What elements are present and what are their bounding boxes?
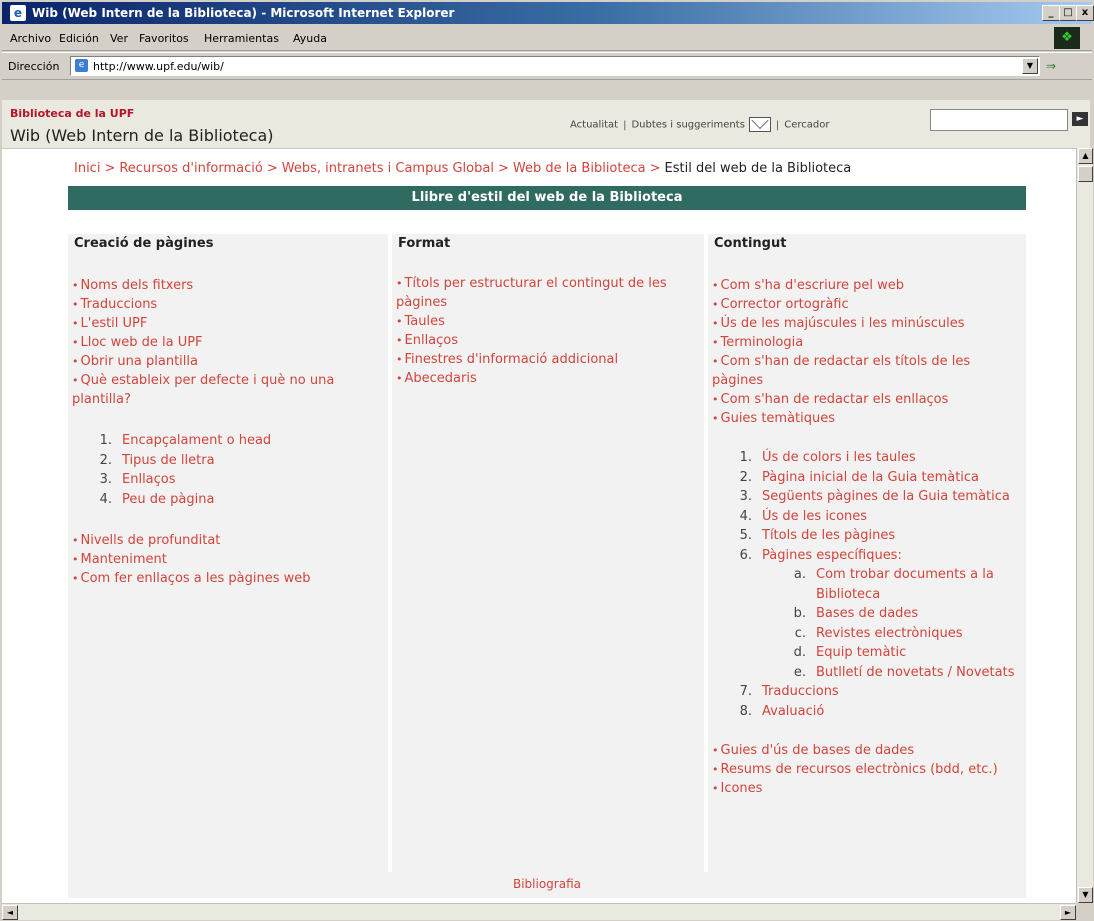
menu-herramientas[interactable]: Herramientas xyxy=(204,32,279,45)
list-item[interactable]: • Lloc web de la UPF xyxy=(72,333,384,352)
page-footer: Bibliografia xyxy=(68,872,1026,898)
window-title: Wib (Web Intern de la Biblioteca) - Micr… xyxy=(32,6,455,20)
list-item[interactable]: • Títols per estructurar el contingut de … xyxy=(396,274,708,312)
ie-icon: e xyxy=(10,5,26,21)
numbered-item[interactable]: 1. Encapçalament o head xyxy=(72,431,384,451)
numbered-item[interactable]: 4. Peu de pàgina xyxy=(72,490,384,510)
menu-archivo[interactable]: Archivo xyxy=(10,32,51,45)
menu-bar: Archivo Edición Ver Favoritos Herramient… xyxy=(2,26,1092,51)
numbered-item[interactable]: 3. Enllaços xyxy=(72,470,384,490)
list-item[interactable]: • Terminologia xyxy=(712,333,1024,352)
list-item[interactable]: • Com fer enllaços a les pàgines web xyxy=(72,569,384,588)
site-title: Wib (Web Intern de la Biblioteca) xyxy=(10,126,274,145)
breadcrumb-item-recursos[interactable]: Recursos d'informació xyxy=(119,161,262,176)
breadcrumb-item-webs[interactable]: Webs, intranets i Campus Global xyxy=(282,161,494,176)
numbered-item[interactable]: 4. Ús de les icones xyxy=(712,507,1024,527)
address-dropdown-button[interactable]: ▼ xyxy=(1022,58,1038,74)
list-item[interactable]: • Com s'han de redactar els enllaços xyxy=(712,390,1024,409)
page-icon: e xyxy=(75,59,88,72)
sub-item[interactable]: b. Bases de dades xyxy=(712,604,1024,624)
list-item[interactable]: • Finestres d'informació addicional xyxy=(396,350,708,369)
site-header: Biblioteca de la UPF Wib (Web Intern de … xyxy=(2,100,1090,149)
list-item[interactable]: • Corrector ortogràfic xyxy=(712,295,1024,314)
numbered-item[interactable]: 6. Pàgines específiques: xyxy=(712,546,1024,566)
menu-ver[interactable]: Ver xyxy=(110,32,128,45)
breadcrumb-current: Estil del web de la Biblioteca xyxy=(664,161,852,176)
list-item[interactable]: • Resums de recursos electrònics (bdd, et… xyxy=(712,760,1024,779)
search-go-icon[interactable]: ► xyxy=(1072,112,1088,126)
horizontal-scrollbar[interactable]: ◄ ► xyxy=(2,903,1076,920)
column-creacio: Creació de pàgines • Noms dels fitxers • T… xyxy=(68,234,388,872)
browser-window: e Wib (Web Intern de la Biblioteca) - Mi… xyxy=(0,0,1094,921)
close-button[interactable]: x xyxy=(1076,5,1094,21)
column-format: Format • Títols per estructurar el contin… xyxy=(392,234,704,872)
list-item[interactable]: • Què estableix per defecte i què no una … xyxy=(72,371,384,409)
list-item[interactable]: • L'estil UPF xyxy=(72,314,384,333)
menu-favoritos[interactable]: Favoritos xyxy=(139,32,189,45)
go-button[interactable]: ⇒ xyxy=(1046,59,1056,73)
page-banner: Llibre d'estil del web de la Biblioteca xyxy=(68,186,1026,210)
address-input[interactable]: e http://www.upf.edu/wib/ ▼ xyxy=(70,56,1040,76)
list-item[interactable]: • Taules xyxy=(396,312,708,331)
list-item[interactable]: • Obrir una plantilla xyxy=(72,352,384,371)
list-item[interactable]: • Traduccions xyxy=(72,295,384,314)
address-url[interactable]: http://www.upf.edu/wib/ xyxy=(93,60,224,73)
news-link[interactable]: Actualitat xyxy=(570,120,618,131)
address-label: Dirección xyxy=(8,60,60,73)
numbered-item[interactable]: 2. Pàgina inicial de la Guia temàtica xyxy=(712,468,1024,488)
list-item[interactable]: • Noms dels fitxers xyxy=(72,276,384,295)
list-item[interactable]: • Icones xyxy=(712,779,1024,798)
address-bar: Dirección e http://www.upf.edu/wib/ ▼ ⇒ xyxy=(2,52,1092,80)
numbered-item[interactable]: 1. Ús de colors i les taules xyxy=(712,448,1024,468)
column-title: Format xyxy=(398,236,451,251)
title-bar: e Wib (Web Intern de la Biblioteca) - Mi… xyxy=(2,2,1094,24)
numbered-item[interactable]: 8. Avaluació xyxy=(712,702,1024,722)
column-title: Creació de pàgines xyxy=(74,236,214,251)
list-item[interactable]: • Guies d'ús de bases de dades xyxy=(712,741,1024,760)
vertical-scrollbar[interactable]: ▲ ▼ xyxy=(1076,148,1093,903)
scroll-right-icon[interactable]: ► xyxy=(1060,905,1076,920)
numbered-item[interactable]: 3. Següents pàgines de la Guia temàtica xyxy=(712,487,1024,507)
sub-item[interactable]: e. Butlletí de novetats / Novetats xyxy=(712,663,1024,683)
list-item[interactable]: • Manteniment xyxy=(72,550,384,569)
list-item[interactable]: • Enllaços xyxy=(396,331,708,350)
sub-item[interactable]: c. Revistes electròniques xyxy=(712,624,1024,644)
column-title: Contingut xyxy=(714,236,787,251)
breadcrumb: Inici > Recursos d'informació > Webs, intran… xyxy=(74,161,852,176)
breadcrumb-item-web-biblioteca[interactable]: Web de la Biblioteca xyxy=(513,161,646,176)
sub-item[interactable]: a. Com trobar documents a la Biblioteca xyxy=(712,565,1024,604)
header-links: Actualitat | Dubtes i suggeriments | Cercado… xyxy=(570,117,830,132)
scroll-up-icon[interactable]: ▲ xyxy=(1078,148,1093,164)
minimize-button[interactable]: _ xyxy=(1042,5,1060,21)
sub-item[interactable]: d. Equip temàtic xyxy=(712,643,1024,663)
list-item[interactable]: • Com s'han de redactar els títols de les… xyxy=(712,352,1024,390)
questions-link[interactable]: Dubtes i suggeriments xyxy=(631,120,744,131)
bibliografia-link[interactable]: Bibliografia xyxy=(68,877,1026,891)
numbered-item[interactable]: 7. Traduccions xyxy=(712,682,1024,702)
column-contingut: Contingut • Com s'ha d'escriure pel web •… xyxy=(708,234,1026,872)
windows-logo-icon: ❖ xyxy=(1054,27,1080,49)
scroll-left-icon[interactable]: ◄ xyxy=(2,905,18,920)
scroll-thumb[interactable] xyxy=(1078,166,1093,182)
list-item[interactable]: • Nivells de profunditat xyxy=(72,531,384,550)
scroll-down-icon[interactable]: ▼ xyxy=(1078,887,1093,903)
list-item[interactable]: • Com s'ha d'escriure pel web xyxy=(712,276,1024,295)
maximize-button[interactable]: □ xyxy=(1059,5,1077,21)
breadcrumb-item-inici[interactable]: Inici xyxy=(74,161,100,176)
list-item[interactable]: • Guies temàtiques xyxy=(712,409,1024,428)
search-label: Cercador xyxy=(784,119,830,131)
numbered-item[interactable]: 5. Títols de les pàgines xyxy=(712,526,1024,546)
search-input[interactable] xyxy=(930,109,1068,131)
mail-icon[interactable] xyxy=(748,117,771,132)
list-item[interactable]: • Ús de les majúscules i les minúscules xyxy=(712,314,1024,333)
menu-ayuda[interactable]: Ayuda xyxy=(293,32,327,45)
numbered-item[interactable]: 2. Tipus de lletra xyxy=(72,451,384,471)
site-label[interactable]: Biblioteca de la UPF xyxy=(10,107,134,120)
menu-edicion[interactable]: Edición xyxy=(59,32,99,45)
list-item[interactable]: • Abecedaris xyxy=(396,369,708,388)
